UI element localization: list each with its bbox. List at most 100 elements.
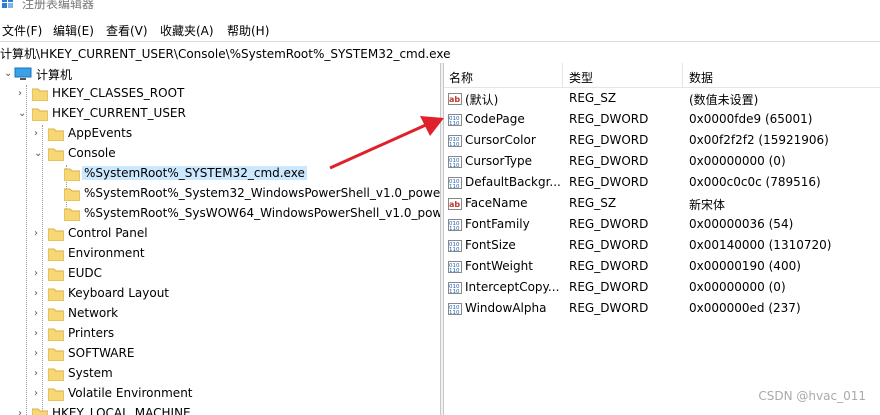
- value-data: 0x00000000 (0): [689, 154, 786, 168]
- menu-favorites[interactable]: 收藏夹(A): [160, 22, 214, 39]
- svg-text:110: 110: [449, 163, 460, 169]
- svg-text:ab: ab: [449, 95, 460, 104]
- tree-label-software: SOFTWARE: [68, 346, 135, 360]
- folder-icon: [48, 248, 64, 261]
- value-type: REG_DWORD: [569, 133, 649, 147]
- value-type: REG_SZ: [569, 196, 617, 210]
- address-path[interactable]: 计算机\HKEY_CURRENT_USER\Console\%SystemRoo…: [0, 45, 450, 62]
- svg-text:110: 110: [449, 247, 460, 253]
- value-data: 0x000c0c0c (789516): [689, 175, 821, 189]
- tree-label-eudc: EUDC: [68, 266, 102, 280]
- expand-icon[interactable]: ›: [18, 89, 28, 99]
- tree-label-computer: 计算机: [36, 68, 73, 82]
- tree-label-keyboard-layout: Keyboard Layout: [68, 286, 170, 300]
- values-list-pane[interactable]: 名称 类型 数据 ab (默认) REG_SZ (数值未设置) 010 110 C…: [444, 63, 880, 415]
- expand-icon[interactable]: ›: [34, 389, 44, 399]
- svg-text:ab: ab: [449, 200, 460, 209]
- value-name: InterceptCopy...: [465, 280, 560, 294]
- folder-icon: [48, 268, 64, 281]
- binary-value-icon: 010110: [448, 177, 462, 190]
- column-header-data[interactable]: 数据: [689, 69, 713, 86]
- value-type: REG_DWORD: [569, 217, 649, 231]
- folder-icon: [32, 108, 48, 121]
- value-type: REG_SZ: [569, 91, 617, 105]
- folder-icon: [32, 88, 48, 101]
- menu-edit[interactable]: 编辑(E): [53, 22, 94, 39]
- table-row[interactable]: 010 110 FontSize REG_DWORD 0x00140000 (13…: [444, 236, 880, 257]
- expand-icon[interactable]: ›: [34, 369, 44, 379]
- table-row[interactable]: 010 110 CursorColor REG_DWORD 0x00f2f2f2 …: [444, 131, 880, 152]
- column-header-type[interactable]: 类型: [569, 69, 593, 86]
- expand-icon[interactable]: ›: [34, 349, 44, 359]
- value-data: 0x00000000 (0): [689, 280, 786, 294]
- folder-icon: [48, 128, 64, 141]
- tree-label-hklm: HKEY_LOCAL_MACHINE: [52, 406, 191, 415]
- svg-text:110: 110: [449, 310, 460, 316]
- table-row[interactable]: 010 110 CursorType REG_DWORD 0x00000000 (…: [444, 152, 880, 173]
- value-data: 0x0000fde9 (65001): [689, 112, 813, 126]
- binary-value-icon: 010110: [448, 219, 462, 232]
- annotation-arrow: [329, 116, 444, 170]
- table-row[interactable]: ab (默认) REG_SZ (数值未设置): [444, 89, 880, 110]
- binary-value-icon: 010110: [448, 156, 462, 169]
- folder-icon: [64, 168, 80, 181]
- value-data: 0x00000190 (400): [689, 259, 801, 273]
- value-data: 0x00f2f2f2 (15921906): [689, 133, 829, 147]
- title-bar: 注册表编辑器: [0, 0, 880, 18]
- table-row[interactable]: 010 110 DefaultBackgr... REG_DWORD 0x000c…: [444, 173, 880, 194]
- menu-help[interactable]: 帮助(H): [227, 22, 269, 39]
- value-type: REG_DWORD: [569, 259, 649, 273]
- binary-value-icon: 010110: [448, 114, 462, 127]
- table-row[interactable]: 010 110 CodePage REG_DWORD 0x0000fde9 (65…: [444, 110, 880, 131]
- collapse-icon[interactable]: ⌄: [4, 69, 14, 79]
- expand-icon[interactable]: ›: [34, 229, 44, 239]
- folder-icon: [48, 288, 64, 301]
- value-name: CodePage: [465, 112, 525, 126]
- binary-value-icon: 010110: [448, 135, 462, 148]
- folder-icon: [48, 368, 64, 381]
- value-name: WindowAlpha: [465, 301, 547, 315]
- value-type: REG_DWORD: [569, 154, 649, 168]
- folder-icon: [64, 188, 80, 201]
- tree-label-control-panel: Control Panel: [68, 226, 148, 240]
- svg-text:110: 110: [449, 142, 460, 148]
- value-name: FontWeight: [465, 259, 533, 273]
- table-row[interactable]: 010 110 FontFamily REG_DWORD 0x00000036 (…: [444, 215, 880, 236]
- regedit-app-icon: [2, 0, 13, 8]
- value-name: CursorColor: [465, 133, 536, 147]
- window-title: 注册表编辑器: [22, 0, 95, 11]
- address-bar[interactable]: 计算机\HKEY_CURRENT_USER\Console\%SystemRoo…: [0, 41, 880, 64]
- value-data: 0x00000036 (54): [689, 217, 794, 231]
- watermark: CSDN @hvac_011: [758, 389, 866, 403]
- folder-icon: [48, 308, 64, 321]
- folder-icon: [48, 388, 64, 401]
- table-row[interactable]: ab FaceName REG_SZ 新宋体: [444, 194, 880, 215]
- tree-label-environment: Environment: [68, 246, 145, 260]
- table-row[interactable]: 010 110 InterceptCopy... REG_DWORD 0x0000…: [444, 278, 880, 299]
- expand-icon[interactable]: ›: [34, 309, 44, 319]
- menu-view[interactable]: 查看(V): [106, 22, 148, 39]
- expand-icon[interactable]: ›: [34, 129, 44, 139]
- tree-label-console: Console: [68, 146, 116, 160]
- menu-file[interactable]: 文件(F): [2, 22, 42, 39]
- expand-icon[interactable]: ›: [34, 289, 44, 299]
- menu-bar: 文件(F) 编辑(E) 查看(V) 收藏夹(A) 帮助(H): [0, 20, 880, 40]
- binary-value-icon: 010110: [448, 303, 462, 316]
- value-data: (数值未设置): [689, 93, 759, 107]
- expand-icon[interactable]: ›: [18, 409, 28, 415]
- collapse-icon[interactable]: ⌄: [34, 149, 44, 159]
- column-header-name[interactable]: 名称: [449, 69, 473, 86]
- expand-icon[interactable]: ›: [34, 329, 44, 339]
- list-header: 名称 类型 数据: [444, 63, 880, 88]
- tree-label-appevents: AppEvents: [68, 126, 133, 140]
- svg-text:110: 110: [449, 289, 460, 295]
- binary-value-icon: 010110: [448, 261, 462, 274]
- value-name: FaceName: [465, 196, 528, 210]
- svg-text:110: 110: [449, 268, 460, 274]
- value-type: REG_DWORD: [569, 112, 649, 126]
- table-row[interactable]: 010 110 FontWeight REG_DWORD 0x00000190 (…: [444, 257, 880, 278]
- expand-icon[interactable]: ›: [34, 269, 44, 279]
- tree-label-printers: Printers: [68, 326, 115, 340]
- collapse-icon[interactable]: ⌄: [18, 109, 28, 119]
- table-row[interactable]: 010 110 WindowAlpha REG_DWORD 0x000000ed …: [444, 299, 880, 320]
